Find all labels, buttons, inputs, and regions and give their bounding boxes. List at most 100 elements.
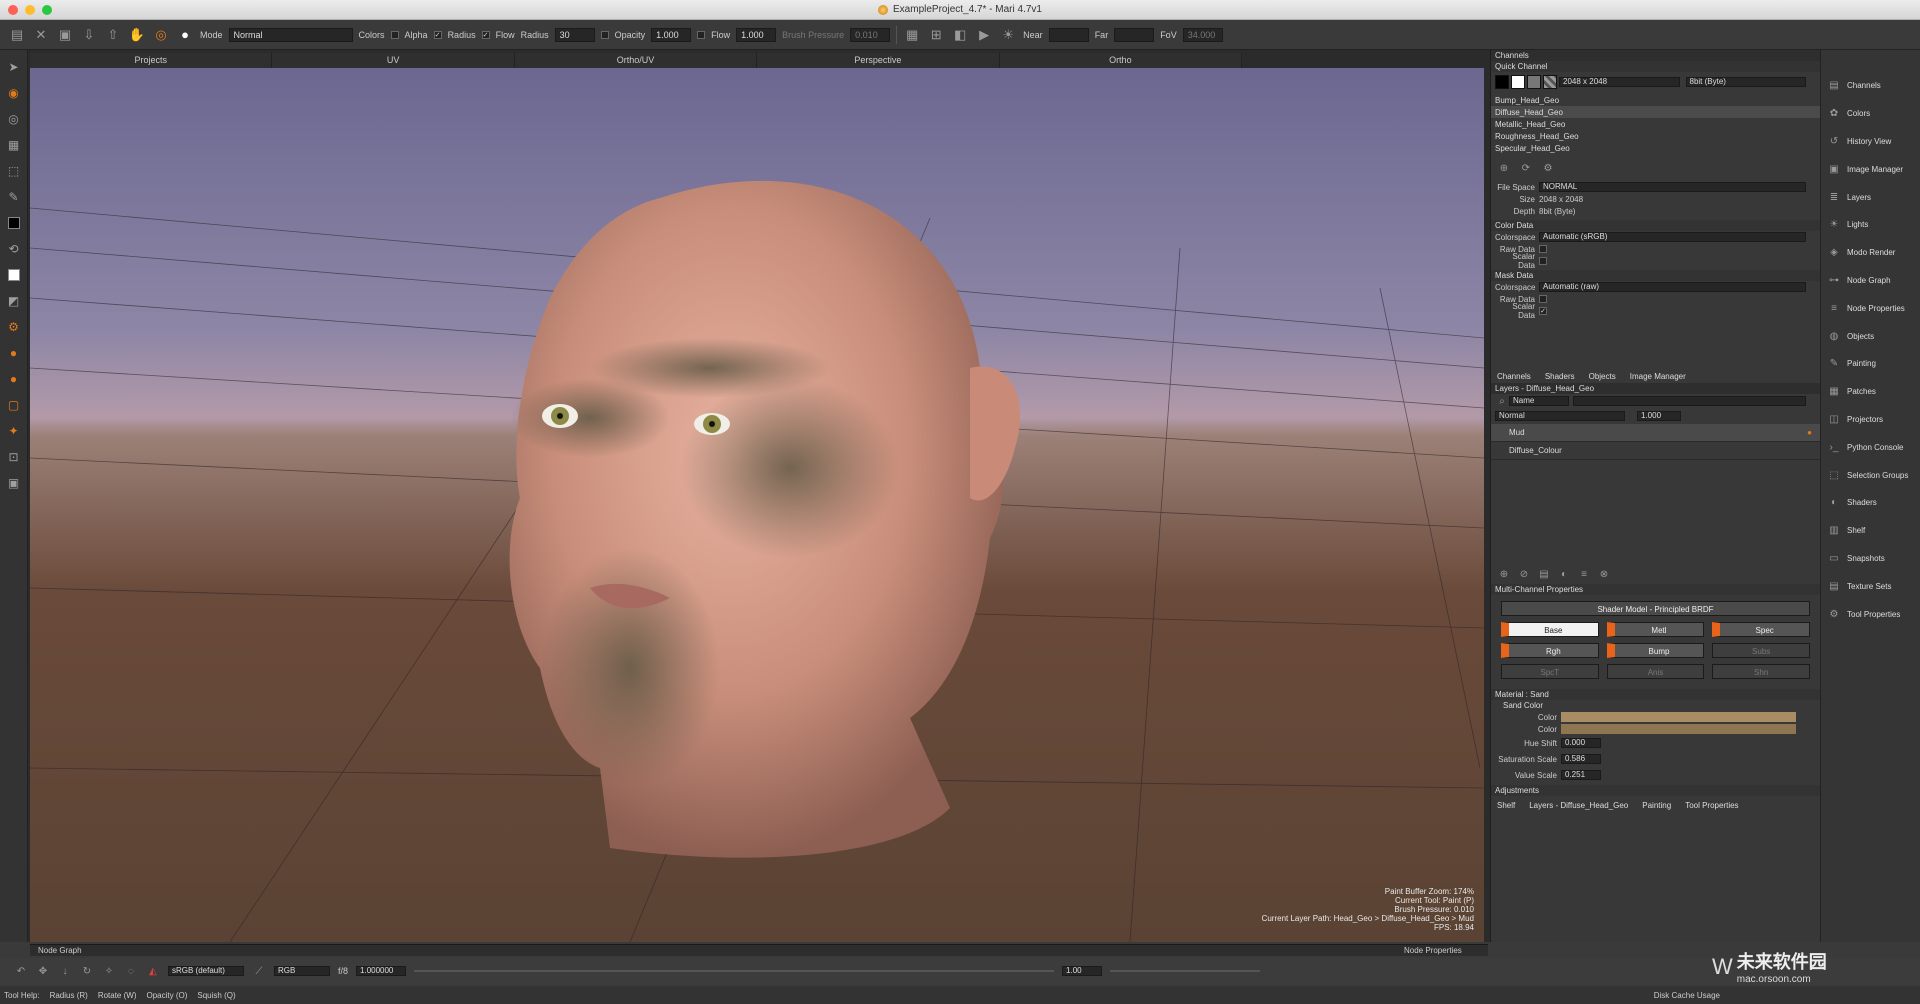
circle-select-icon[interactable]: ◌: [124, 964, 138, 978]
channel-item[interactable]: Metallic_Head_Geo: [1491, 118, 1820, 130]
channel-settings-icon[interactable]: ⚙: [1541, 161, 1555, 175]
mode-select[interactable]: Normal: [228, 27, 353, 42]
channel-item[interactable]: Roughness_Head_Geo: [1491, 130, 1820, 142]
sheen-button[interactable]: Shn: [1712, 664, 1810, 679]
tab-tool-properties[interactable]: Tool Properties: [1685, 801, 1738, 810]
frame-icon[interactable]: ⊞: [927, 26, 945, 44]
selection-tool-icon[interactable]: ⬚: [5, 162, 23, 180]
checker-swatch[interactable]: [1543, 75, 1557, 89]
mask-data-header[interactable]: Mask Data: [1491, 270, 1820, 281]
hue-shift-field[interactable]: 0.000: [1561, 738, 1601, 748]
active-frame-icon[interactable]: ▢: [5, 396, 23, 414]
saturation-field[interactable]: 0.586: [1561, 754, 1601, 764]
flow-checkbox[interactable]: ✓: [481, 30, 490, 39]
export-icon[interactable]: ⇧: [104, 26, 122, 44]
refresh-channel-icon[interactable]: ⟳: [1519, 161, 1533, 175]
paint-through-tool-icon[interactable]: ◎: [5, 110, 23, 128]
raw-data-checkbox[interactable]: [1539, 245, 1547, 253]
sand-color-swatch-2[interactable]: [1561, 724, 1796, 734]
radius-lock-checkbox[interactable]: [600, 30, 609, 39]
specular-button[interactable]: Spec: [1712, 622, 1810, 637]
light-icon[interactable]: ☀: [999, 26, 1017, 44]
gain-field[interactable]: 1.000000: [356, 966, 407, 976]
rotate-icon[interactable]: ↻: [80, 964, 94, 978]
sidebar-item-selection-groups[interactable]: ⬚ Selection Groups: [1821, 461, 1920, 489]
layer-search-input[interactable]: [1573, 396, 1806, 406]
opacity-field[interactable]: 1.000: [651, 27, 692, 42]
layer-item[interactable]: Mud ●: [1491, 424, 1820, 442]
grid-icon[interactable]: ▦: [903, 26, 921, 44]
alpha-checkbox[interactable]: [390, 30, 399, 39]
import-icon[interactable]: ⇩: [80, 26, 98, 44]
eyedropper-icon[interactable]: ✎: [5, 188, 23, 206]
tab-shaders[interactable]: Shaders: [1545, 372, 1575, 381]
base-button[interactable]: Base: [1501, 622, 1599, 637]
material-header[interactable]: Material : Sand: [1491, 689, 1820, 700]
tab-shelf[interactable]: Shelf: [1497, 801, 1515, 810]
sidebar-item-modo-render[interactable]: ◈ Modo Render: [1821, 239, 1920, 267]
white-swatch[interactable]: [1511, 75, 1525, 89]
near-field[interactable]: [1048, 27, 1089, 42]
subsurface-button[interactable]: Subs: [1712, 643, 1810, 658]
sidebar-item-projectors[interactable]: ◫ Projectors: [1821, 406, 1920, 434]
sidebar-item-patches[interactable]: ▦ Patches: [1821, 378, 1920, 406]
close-window-button[interactable]: [8, 5, 18, 15]
layer-group-icon[interactable]: ▤: [1537, 567, 1551, 581]
frame-value[interactable]: f/8: [338, 966, 348, 976]
sidebar-item-image-manager[interactable]: ▣ Image Manager: [1821, 155, 1920, 183]
colorspace-select[interactable]: sRGB (default): [168, 966, 244, 976]
bump-button[interactable]: Bump: [1606, 643, 1705, 658]
channel-item[interactable]: Bump_Head_Geo: [1491, 94, 1820, 106]
layer-opacity-field[interactable]: 1.000: [1637, 411, 1681, 421]
layout-icon[interactable]: ▣: [5, 474, 23, 492]
adjustments-header[interactable]: Adjustments: [1491, 785, 1820, 796]
fov-field[interactable]: 34.000: [1182, 27, 1223, 42]
foreground-color-swatch[interactable]: [5, 214, 23, 232]
projector-icon[interactable]: ⚙: [5, 318, 23, 336]
channel-mode-select[interactable]: RGB: [274, 966, 330, 976]
zoom-slider[interactable]: [1110, 970, 1261, 972]
3d-viewport[interactable]: Paint Buffer Zoom: 174% Current Tool: Pa…: [30, 68, 1484, 942]
sidebar-item-colors[interactable]: ✿ Colors: [1821, 100, 1920, 128]
shading-icon[interactable]: ◧: [951, 26, 969, 44]
black-swatch[interactable]: [1495, 75, 1509, 89]
quick-channel-header[interactable]: Quick Channel: [1491, 61, 1820, 72]
gain-slider[interactable]: [414, 970, 1055, 972]
color-data-header[interactable]: Color Data: [1491, 220, 1820, 231]
shader-model-select[interactable]: Shader Model - Principled BRDF: [1501, 601, 1810, 616]
layer-delete-icon[interactable]: ⊗: [1597, 567, 1611, 581]
sidebar-item-shaders[interactable]: ◐ Shaders: [1821, 489, 1920, 517]
layer-filter-select[interactable]: Name: [1509, 396, 1569, 406]
add-channel-icon[interactable]: ⊕: [1497, 161, 1511, 175]
tab-uv[interactable]: UV: [272, 53, 515, 68]
spec-tint-button[interactable]: SpcT: [1501, 664, 1599, 679]
channel-item[interactable]: Specular_Head_Geo: [1491, 142, 1820, 154]
tab-ortho-uv[interactable]: Ortho/UV: [515, 53, 758, 68]
tab-perspective[interactable]: Perspective: [757, 53, 1000, 68]
curve-icon[interactable]: ⟋: [252, 964, 266, 978]
mask-raw-data-checkbox[interactable]: [1539, 295, 1547, 303]
tab-layers[interactable]: Layers - Diffuse_Head_Geo: [1529, 801, 1628, 810]
tab-objects[interactable]: Objects: [1589, 372, 1616, 381]
rgb-color-icon[interactable]: ◭: [146, 964, 160, 978]
anisotropy-button[interactable]: Anis: [1606, 664, 1705, 679]
paint-brush-icon[interactable]: ◉: [5, 84, 23, 102]
brush-pressure-field[interactable]: 0.010: [850, 27, 891, 42]
tab-image-manager[interactable]: Image Manager: [1630, 372, 1686, 381]
blend-mode-select[interactable]: Normal: [1495, 411, 1625, 421]
tab-painting[interactable]: Painting: [1642, 801, 1671, 810]
color-colorspace-select[interactable]: Automatic (sRGB): [1539, 232, 1806, 242]
roughness-button[interactable]: Rgh: [1501, 643, 1599, 658]
mask-scalar-data-checkbox[interactable]: ✓: [1539, 307, 1547, 315]
far-field[interactable]: [1114, 27, 1155, 42]
sidebar-item-objects[interactable]: ◍ Objects: [1821, 322, 1920, 350]
sidebar-item-node-graph[interactable]: ⊶ Node Graph: [1821, 267, 1920, 295]
sidebar-item-snapshots[interactable]: ▭ Snapshots: [1821, 545, 1920, 573]
background-color-swatch[interactable]: [5, 266, 23, 284]
sand-color-header[interactable]: Sand Color: [1491, 700, 1820, 711]
layer-filter-icon[interactable]: ≡: [1577, 567, 1591, 581]
undo-icon[interactable]: ↶: [14, 964, 28, 978]
radius-checkbox[interactable]: ✓: [433, 30, 442, 39]
paint-through-icon[interactable]: ✋: [128, 26, 146, 44]
swap-colors-icon[interactable]: ⟲: [5, 240, 23, 258]
